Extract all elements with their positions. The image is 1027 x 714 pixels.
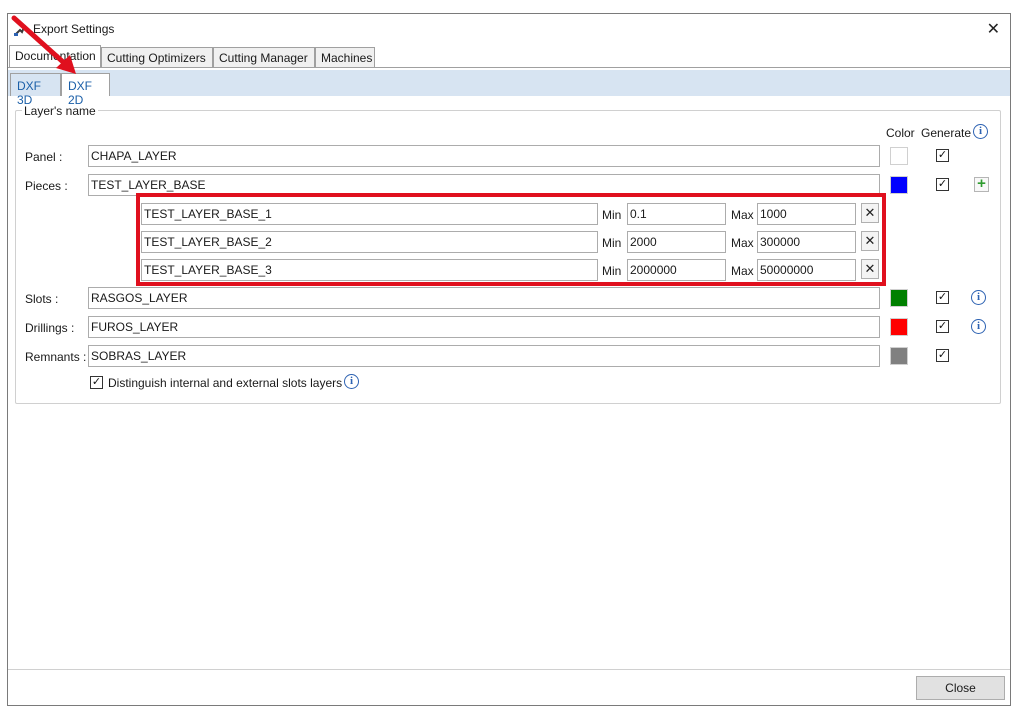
- close-button[interactable]: Close: [916, 676, 1005, 700]
- drillings-info-icon[interactable]: i: [971, 319, 986, 334]
- distinguish-slots-label: Distinguish internal and external slots …: [108, 376, 343, 390]
- subtab-bar: DXF 3D DXF 2D: [8, 70, 1010, 107]
- generate-info-icon[interactable]: i: [973, 124, 988, 139]
- slots-label: Slots :: [25, 292, 59, 306]
- remnants-layer-input[interactable]: [88, 345, 880, 367]
- export-settings-window: Export Settings ✕ Documentation Cutting …: [7, 13, 1011, 706]
- pieces-generate-checkbox[interactable]: ✓: [936, 178, 949, 191]
- panel-color-swatch[interactable]: [890, 147, 908, 165]
- slots-info-icon[interactable]: i: [971, 290, 986, 305]
- group-legend: Layer's name: [22, 104, 98, 118]
- pieces-label: Pieces :: [25, 179, 68, 193]
- title-bar: Export Settings ✕: [8, 14, 1010, 44]
- color-header: Color: [886, 126, 915, 140]
- tabstrip-divider: [8, 67, 1010, 68]
- drillings-generate-checkbox[interactable]: ✓: [936, 320, 949, 333]
- drillings-label: Drillings :: [25, 321, 75, 335]
- generate-header: Generate: [921, 126, 972, 140]
- panel-generate-checkbox[interactable]: ✓: [936, 149, 949, 162]
- slots-color-swatch[interactable]: [890, 289, 908, 307]
- slots-layer-input[interactable]: [88, 287, 880, 309]
- tab-cutting-manager[interactable]: Cutting Manager: [213, 47, 315, 68]
- distinguish-slots-checkbox[interactable]: ✓: [90, 376, 103, 389]
- panel-label: Panel :: [25, 150, 63, 164]
- add-sublayer-icon[interactable]: +: [974, 176, 989, 192]
- close-icon[interactable]: ✕: [987, 19, 1000, 39]
- annotation-arrow: [11, 15, 76, 74]
- footer-divider: [8, 669, 1010, 670]
- highlight-box: [136, 193, 886, 286]
- remnants-label: Remnants :: [25, 350, 87, 364]
- panel-layer-input[interactable]: [88, 145, 880, 167]
- pieces-color-swatch[interactable]: [890, 176, 908, 194]
- slots-generate-checkbox[interactable]: ✓: [936, 291, 949, 304]
- distinguish-info-icon[interactable]: i: [344, 374, 359, 389]
- drillings-layer-input[interactable]: [88, 316, 880, 338]
- tab-machines[interactable]: Machines: [315, 47, 375, 68]
- remnants-generate-checkbox[interactable]: ✓: [936, 349, 949, 362]
- drillings-color-swatch[interactable]: [890, 318, 908, 336]
- remnants-color-swatch[interactable]: [890, 347, 908, 365]
